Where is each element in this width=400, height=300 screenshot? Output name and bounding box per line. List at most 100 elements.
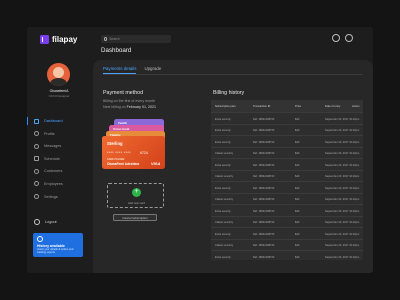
table-row[interactable]: Extra security Ref: 18032198723 $20 Septemb… [211,181,363,193]
sidebar-item-label: Schedule [44,156,60,161]
row-action-menu[interactable]: ... [352,141,354,144]
promo-text: check your details & orders and tracking… [37,248,74,255]
message-icon [34,143,39,149]
sidebar-item-dashboard[interactable]: Dashboard [27,115,91,127]
table-cell: Classic security [215,221,234,224]
sidebar-item-profile[interactable]: Profile [27,128,91,140]
table-cell: Ref: 18032198723 [253,163,275,167]
table-cell: Extra security [215,117,231,121]
sidebar-item-label: Messages [44,144,62,149]
table-row[interactable]: Extra security Ref: 18032198723 $20 Septemb… [211,158,363,170]
page-title: Dashboard [101,47,132,54]
sidebar-item-label: Customers [44,169,63,174]
search-input[interactable] [109,37,165,41]
row-action-menu[interactable]: ... [352,256,354,259]
billing-cycle-text: Billing on the first of every month [103,99,156,103]
bell-icon[interactable] [332,34,340,42]
visa-logo: VISA [151,161,161,166]
sidebar-item-customers[interactable]: Customers [27,165,91,177]
table-cell: Extra security [215,129,231,132]
row-action-menu[interactable]: ... [352,129,354,132]
history-promo-card[interactable]: History available check your details & o… [33,233,83,257]
table-row[interactable]: Extra security Ref: 18032198723 $20 Septemb… [211,135,363,147]
table-cell: Ref: 18032198723 [253,117,275,121]
table-cell: $20 [295,163,300,167]
row-action-menu[interactable]: ... [352,198,354,201]
user-menu-icon[interactable] [345,34,353,42]
clock-icon [37,236,43,242]
search-icon [104,37,108,41]
row-action-menu[interactable]: ... [352,118,354,121]
logout-label: Logout [45,220,57,224]
table-cell: $20 [295,198,300,201]
card-last4: 6724 [140,151,148,155]
table-cell: September 20, 2017 10:10pm [325,209,360,213]
main-panel: Payments details Upgrade Payment method … [93,60,373,273]
card-holder-name: OluwaFemi Adeshina [107,162,140,166]
search-bar[interactable] [101,35,171,43]
next-billing-text: Next billing on February 01, 2021 [103,105,156,109]
column-header[interactable]: Action [352,105,359,108]
row-action-menu[interactable]: ... [352,187,354,190]
dashboard-icon [34,118,39,124]
table-cell: Ref: 18032198723 [253,232,275,236]
table-row[interactable]: Extra security Ref: 18032198723 $20 Septemb… [211,123,363,136]
table-cell: $20 [295,152,300,155]
logout-button[interactable]: Logout [34,219,57,225]
column-header[interactable]: Price [295,105,301,108]
avatar[interactable] [47,63,70,86]
table-cell: September 20, 2017 10:10pm [325,163,360,167]
table-row[interactable]: Classic security Ref: 18032198723 $20 Septe… [211,238,363,251]
user-icon [34,131,39,137]
column-header[interactable]: Subscription plan [215,105,236,108]
row-action-menu[interactable]: ... [352,164,354,167]
sidebar-item-settings[interactable]: Settings [27,191,91,203]
add-card-button[interactable]: + Add new card [107,183,164,208]
table-row[interactable]: Classic security Ref: 18032198723 $20 Septe… [211,169,363,182]
table-cell: $20 [295,186,300,190]
column-header[interactable]: Date of entry [325,105,340,108]
row-action-menu[interactable]: ... [352,221,354,224]
table-row[interactable]: Extra security Ref: 18032198723 $20 Septemb… [211,112,363,124]
row-action-menu[interactable]: ... [352,233,354,236]
card-sterling[interactable]: Sterling **** **** **** 6724 CARD HOLDER… [102,136,165,169]
row-action-menu[interactable]: ... [352,244,354,247]
table-cell: Ref: 18032198723 [253,255,275,259]
table-row[interactable]: Classic security Ref: 18032198723 $20 Septe… [211,146,363,159]
sidebar-item-schedule[interactable]: Schedule [27,153,91,165]
cancel-subscription-button[interactable]: Cancel subscription [113,214,157,221]
sidebar-item-label: Employees [44,181,63,186]
logo[interactable]: filapay [40,35,77,44]
table-cell: September 20, 2017 10:10pm [325,117,360,121]
sidebar-item-label: Profile [44,131,55,136]
sidebar-item-messages[interactable]: Messages [27,140,91,152]
table-cell: Extra security [215,140,231,144]
row-action-menu[interactable]: ... [352,210,354,213]
table-cell: $20 [295,140,300,144]
table-cell: Extra security [215,209,231,213]
logo-icon [40,35,49,44]
table-cell: September 20, 2017 10:10pm [325,175,360,178]
row-action-menu[interactable]: ... [352,152,354,155]
plus-icon: + [132,188,141,197]
table-row[interactable]: Extra security Ref: 18032198723 $20 Septemb… [211,204,363,216]
tab-upgrade[interactable]: Upgrade [144,66,161,74]
next-billing-date: February 01, 2021 [126,105,156,109]
row-action-menu[interactable]: ... [352,175,354,178]
sidebar-item-employees[interactable]: Employees [27,178,91,190]
next-billing-prefix: Next billing on [103,105,126,109]
table-row[interactable]: Extra security Ref: 18032198723 $20 Septemb… [211,227,363,239]
table-cell: September 20, 2017 10:10pm [325,244,360,247]
table-cell: $20 [295,232,300,236]
table-row[interactable]: Classic security Ref: 18032198723 $20 Septe… [211,215,363,228]
app-window: filapay OluwafemiA UX/UI Designer Dashbo… [27,27,373,273]
table-cell: Ref: 18032198723 [253,221,275,224]
column-header[interactable]: Transaction ID [253,105,270,108]
table-cell: Extra security [215,255,231,259]
table-row[interactable]: Extra security Ref: 18032198723 $20 Septemb… [211,250,363,262]
customers-icon [34,168,39,174]
table-cell: Extra security [215,232,231,236]
tab-payments-details[interactable]: Payments details [103,66,137,74]
user-role: UX/UI Designer [48,94,70,98]
table-row[interactable]: Classic security Ref: 18032198723 $20 Septe… [211,192,363,205]
